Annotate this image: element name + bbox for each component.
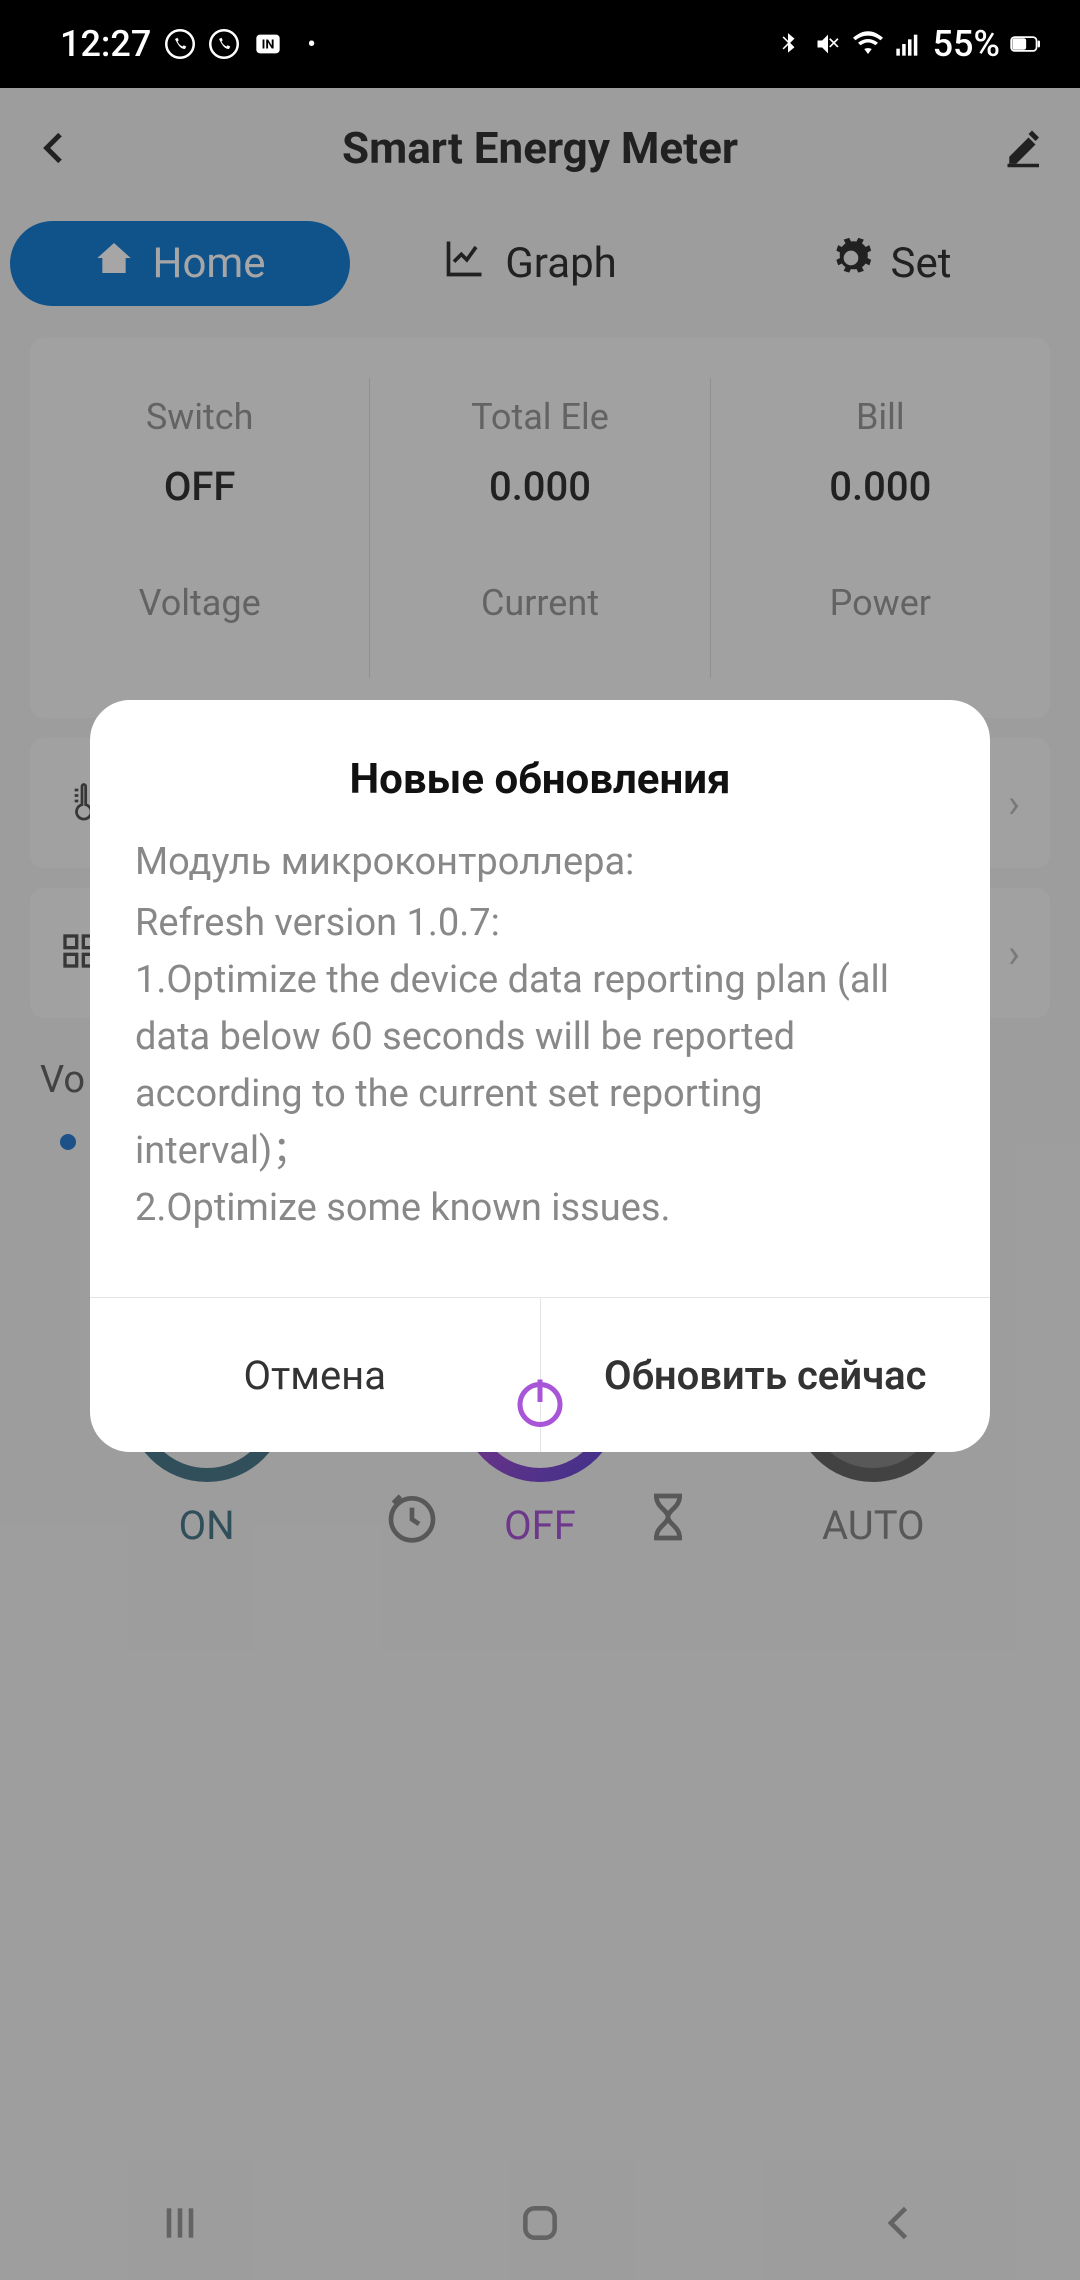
bluetooth-icon bbox=[773, 29, 803, 59]
update-now-button[interactable]: Обновить сейчас bbox=[540, 1298, 991, 1452]
update-dialog: Новые обновления Модуль микроконтроллера… bbox=[90, 700, 990, 1452]
dialog-text: Модуль микроконтроллера: bbox=[135, 834, 945, 891]
mute-icon bbox=[813, 29, 843, 59]
battery-percent: 55% bbox=[933, 23, 1000, 65]
wifi-icon bbox=[853, 29, 883, 59]
status-time: 12:27 bbox=[60, 23, 151, 65]
dot-icon: • bbox=[307, 30, 315, 58]
viber-icon bbox=[165, 29, 195, 59]
svg-text:IN: IN bbox=[262, 38, 275, 53]
signal-icon bbox=[893, 29, 923, 59]
dialog-text: 1.Optimize the device data reporting pla… bbox=[135, 952, 945, 1180]
cancel-button[interactable]: Отмена bbox=[90, 1298, 540, 1452]
dialog-body: Модуль микроконтроллера: Refresh version… bbox=[90, 834, 990, 1297]
status-bar: 12:27 IN • 55% bbox=[0, 0, 1080, 88]
viber-icon-2 bbox=[209, 29, 239, 59]
in-badge-icon: IN bbox=[253, 29, 283, 59]
dialog-title: Новые обновления bbox=[90, 700, 990, 834]
dialog-text: Refresh version 1.0.7: bbox=[135, 895, 945, 952]
dialog-text: 2.Optimize some known issues. bbox=[135, 1180, 945, 1237]
battery-icon bbox=[1010, 29, 1040, 59]
